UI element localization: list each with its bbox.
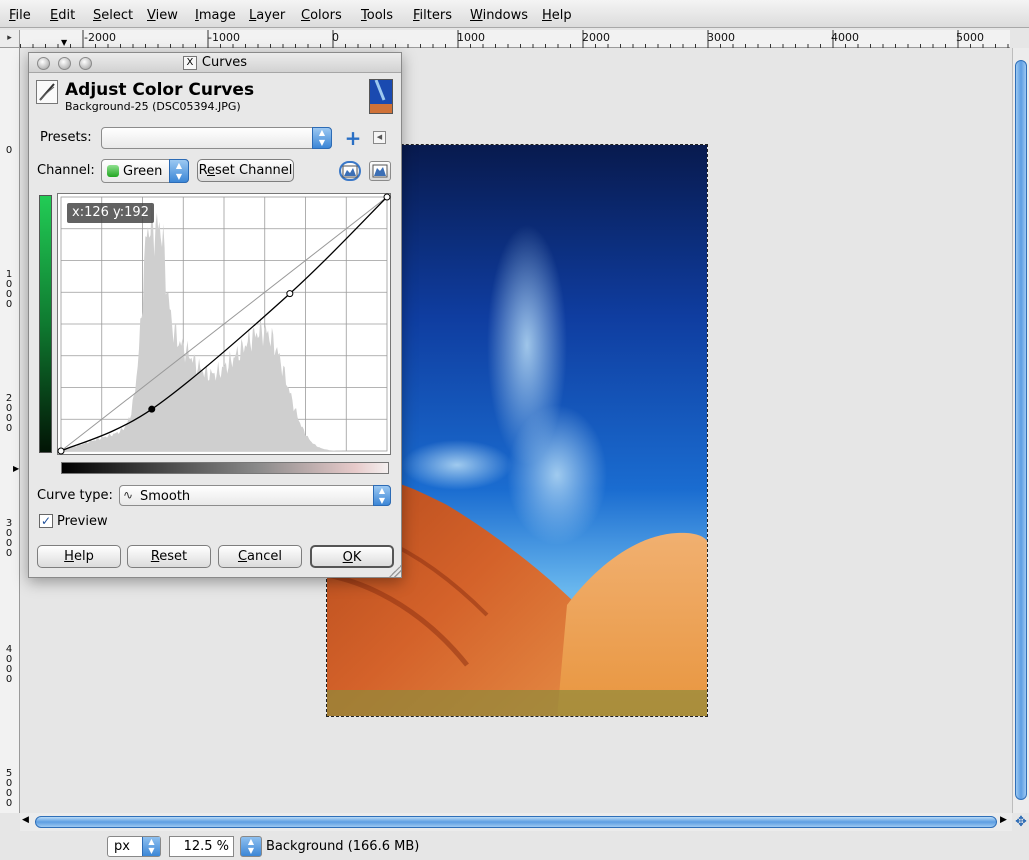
- dialog-title: X Curves: [29, 55, 401, 70]
- curves-dialog: X Curves Adjust Color Curves Background-2…: [28, 52, 402, 578]
- ruler-label: 1000: [457, 31, 485, 44]
- curve-type-combo[interactable]: ∿ Smooth ▲ ▼: [119, 485, 391, 506]
- menu-tools[interactable]: Tools: [361, 8, 393, 24]
- channel-value: Green: [123, 164, 163, 179]
- unit-select[interactable]: px ▲ ▼: [107, 836, 161, 857]
- curve-type-value: Smooth: [140, 489, 191, 504]
- curve-control-point[interactable]: [383, 193, 391, 201]
- dialog-titlebar[interactable]: X Curves: [29, 53, 401, 73]
- channel-label: Channel:: [37, 163, 95, 178]
- vertical-scroll-thumb[interactable]: [1015, 60, 1027, 800]
- scroll-left-icon[interactable]: ◀: [22, 815, 29, 825]
- layer-status-text: Background (166.6 MB): [266, 839, 420, 854]
- ruler-label: 2000: [5, 393, 13, 434]
- x11-icon: X: [182, 56, 197, 70]
- horizontal-ruler: -2000 -1000 0 1000 2000 3000 4000 5000 ▼: [20, 30, 1010, 48]
- ruler-label: 3000: [707, 31, 735, 44]
- menubar: File Edit Select View Image Layer Colors…: [0, 0, 1029, 28]
- channel-combo[interactable]: Green ▲ ▼: [101, 159, 189, 183]
- vertical-scrollbar[interactable]: [1012, 48, 1029, 813]
- menu-layer[interactable]: Layer: [249, 8, 285, 24]
- output-gradient-bar: [39, 195, 52, 453]
- green-channel-icon: [107, 165, 119, 177]
- horizontal-ruler-ticks: [20, 30, 1009, 48]
- curve-type-label: Curve type:: [37, 488, 113, 503]
- preview-checkbox[interactable]: ✓: [39, 514, 53, 528]
- ruler-pointer-icon: ▶: [13, 464, 20, 473]
- menu-image[interactable]: Image: [195, 8, 236, 24]
- ruler-label: 5000: [5, 768, 13, 809]
- ruler-label: 2000: [582, 31, 610, 44]
- unit-spin-icon[interactable]: ▲ ▼: [142, 837, 160, 856]
- ruler-label: 4000: [5, 644, 13, 685]
- menu-filters[interactable]: Filters: [413, 8, 452, 24]
- presets-combo[interactable]: ▲ ▼: [101, 127, 332, 149]
- ruler-label: 5000: [956, 31, 984, 44]
- horizontal-scroll-thumb[interactable]: [35, 816, 997, 828]
- status-bar: px ▲ ▼ 12.5 % ▲ ▼ Background (166.6 MB): [0, 832, 1029, 860]
- curve-control-point[interactable]: [148, 405, 156, 413]
- resize-grip[interactable]: [389, 565, 401, 577]
- reset-channel-button[interactable]: Reset Channel: [197, 159, 294, 182]
- ruler-label: 3000: [5, 518, 13, 559]
- ruler-corner-button[interactable]: ▸: [0, 30, 20, 48]
- preset-menu-icon[interactable]: ◀: [373, 131, 386, 144]
- menu-help[interactable]: Help: [542, 8, 572, 24]
- presets-label: Presets:: [40, 130, 92, 145]
- ruler-pointer-icon: ▼: [61, 38, 68, 47]
- menu-file[interactable]: File: [9, 8, 31, 24]
- ruler-label: 0: [332, 31, 339, 44]
- cancel-button[interactable]: Cancel: [218, 545, 302, 568]
- preview-label[interactable]: Preview: [57, 514, 108, 529]
- curve-control-point[interactable]: [57, 447, 65, 455]
- presets-dropdown-icon[interactable]: ▲ ▼: [312, 127, 332, 149]
- add-preset-icon[interactable]: +: [344, 128, 362, 148]
- dialog-header-subtitle: Background-25 (DSC05394.JPG): [65, 100, 241, 113]
- vertical-ruler: 0 1000 2000 3000 4000 5000 ▶: [0, 48, 20, 813]
- dialog-title-text: Curves: [201, 55, 248, 70]
- ruler-label: 1000: [5, 269, 13, 310]
- menu-view[interactable]: View: [147, 8, 178, 24]
- unit-value: px: [114, 839, 130, 854]
- curve-editor[interactable]: [57, 193, 391, 455]
- curve-graph[interactable]: [57, 193, 391, 455]
- ruler-label: 4000: [831, 31, 859, 44]
- ruler-label: 0: [5, 145, 13, 156]
- menu-edit[interactable]: Edit: [50, 8, 75, 24]
- horizontal-scrollbar[interactable]: ◀ ▶: [20, 813, 1012, 831]
- zoom-input[interactable]: 12.5 %: [169, 836, 234, 857]
- curve-type-dropdown-icon[interactable]: ▲ ▼: [373, 485, 391, 506]
- logarithmic-histogram-icon[interactable]: [369, 161, 391, 181]
- ruler-label: -2000: [84, 31, 116, 44]
- smooth-curve-icon: ∿: [123, 488, 134, 502]
- zoom-dropdown-icon[interactable]: ▲ ▼: [240, 836, 262, 857]
- dialog-header-title: Adjust Color Curves: [65, 80, 255, 100]
- scroll-right-icon[interactable]: ▶: [1000, 815, 1007, 825]
- linear-histogram-icon[interactable]: [339, 161, 361, 181]
- menu-select[interactable]: Select: [93, 8, 133, 24]
- coordinate-readout: x:126 y:192: [67, 203, 154, 223]
- channel-dropdown-icon[interactable]: ▲ ▼: [169, 159, 189, 183]
- image-thumbnail: [369, 79, 393, 114]
- menu-colors[interactable]: Colors: [301, 8, 342, 24]
- ok-button[interactable]: OK: [310, 545, 394, 568]
- input-gradient-bar: [61, 462, 389, 474]
- curve-control-point[interactable]: [286, 290, 294, 298]
- help-button[interactable]: Help: [37, 545, 121, 568]
- reset-button[interactable]: Reset: [127, 545, 211, 568]
- ruler-label: -1000: [208, 31, 240, 44]
- curves-tool-icon: [36, 80, 58, 104]
- menu-windows[interactable]: Windows: [470, 8, 528, 24]
- navigate-icon[interactable]: ✥: [1013, 814, 1029, 831]
